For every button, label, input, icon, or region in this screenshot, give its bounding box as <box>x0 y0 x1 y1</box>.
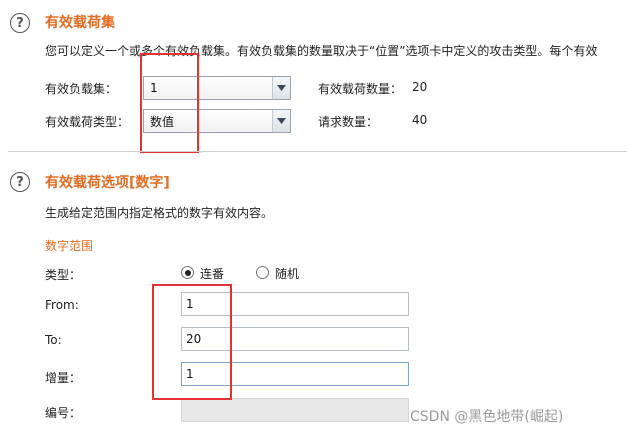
chevron-down-icon <box>272 77 290 99</box>
payload-type-select[interactable]: 数值 <box>143 109 291 133</box>
payload-sets-title: 有效载荷集 <box>45 15 115 31</box>
number-input <box>181 398 409 422</box>
to-input[interactable]: 20 <box>181 327 409 351</box>
help-icon[interactable]: ? <box>10 172 30 192</box>
radio-random-label[interactable]: 随机 <box>275 265 299 282</box>
payload-type-label: 有效载荷类型： <box>45 115 130 129</box>
request-count-value: 40 <box>412 113 428 127</box>
radio-sequential-label[interactable]: 连番 <box>200 265 224 282</box>
payload-type-select-value: 数值 <box>150 114 175 129</box>
radio-random[interactable] <box>256 266 269 279</box>
payload-set-label: 有效负载集： <box>45 82 118 96</box>
from-label: From: <box>45 298 79 312</box>
payload-set-select[interactable]: 1 <box>143 76 291 100</box>
step-label: 增量： <box>45 371 82 385</box>
payload-count-value: 20 <box>412 80 428 94</box>
payload-options-title: 有效载荷选项[数字] <box>45 175 170 191</box>
number-label: 编号： <box>45 406 82 420</box>
highlight-box-selects <box>140 53 199 153</box>
watermark: CSDN @黑色地带(崛起) <box>410 409 564 425</box>
section-divider <box>8 151 627 152</box>
to-label: To: <box>45 333 62 347</box>
help-icon[interactable]: ? <box>10 13 30 33</box>
request-count-label: 请求数量： <box>318 115 379 129</box>
payload-set-select-value: 1 <box>150 81 158 95</box>
type-label: 类型： <box>45 268 82 282</box>
step-input[interactable]: 1 <box>181 362 409 386</box>
radio-sequential[interactable] <box>181 266 194 279</box>
payload-sets-description: 您可以定义一个或多个有效负载集。有效负载集的数量取决于“位置”选项卡中定义的攻击… <box>45 44 598 58</box>
from-input[interactable]: 1 <box>181 292 409 316</box>
chevron-down-icon <box>272 110 290 132</box>
radio-selected-dot <box>184 269 191 276</box>
payload-options-description: 生成给定范围内指定格式的数字有效内容。 <box>45 206 274 220</box>
payload-count-label: 有效载荷数量： <box>318 82 403 96</box>
number-range-title: 数字范围 <box>45 239 94 253</box>
